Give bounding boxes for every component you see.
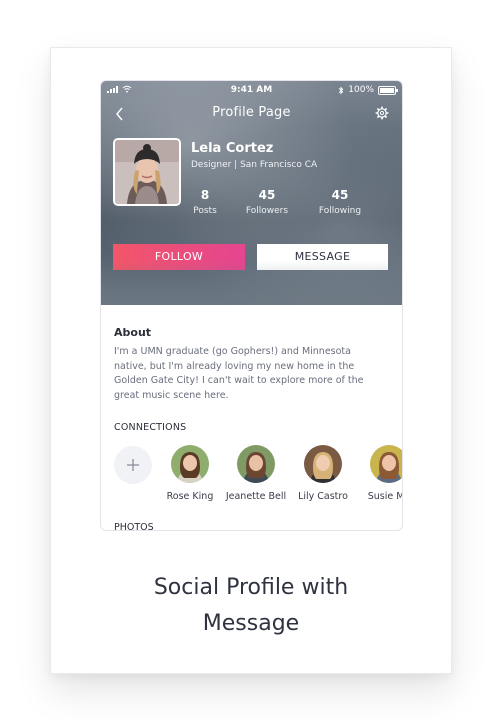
connection-avatar [370,445,402,483]
stat-posts[interactable]: 8 Posts [190,188,220,216]
stat-following-label: Following [318,206,362,216]
photos-title: PHOTOS [114,522,154,531]
connection-avatar [237,445,275,483]
add-connection-button[interactable] [114,446,152,484]
about-title: About [114,326,152,339]
connections-title: CONNECTIONS [114,422,187,433]
caption-line-1: Social Profile with [153,575,349,600]
battery-percent: 100% [348,85,374,95]
showcase-caption: Social Profile with Message [51,570,451,642]
stat-followers-value: 45 [258,188,276,202]
page-title: Profile Page [212,105,291,120]
profile-name: Lela Cortez [191,141,274,156]
stat-posts-value: 8 [200,188,210,202]
stat-followers[interactable]: 45 Followers [241,188,293,216]
profile-subtitle: Designer | San Francisco CA [191,160,318,170]
connection-avatar [171,445,209,483]
gear-icon[interactable] [375,106,389,120]
battery-icon [378,85,398,95]
follow-button[interactable]: FOLLOW [113,244,245,270]
connection-item[interactable]: Susie Mo [349,445,402,502]
status-bar: 9:41 AM 100% [101,81,402,99]
plus-icon [127,459,139,471]
profile-avatar[interactable] [113,138,181,206]
showcase-card: 9:41 AM 100% Profile Page Lela Cortez De… [50,47,452,674]
avatar-photo [115,140,179,204]
stat-following-value: 45 [331,188,349,202]
message-button[interactable]: MESSAGE [257,244,388,270]
connection-avatar [304,445,342,483]
stat-following[interactable]: 45 Following [314,188,366,216]
profile-header-background: 9:41 AM 100% Profile Page Lela Cortez De… [101,81,402,305]
phone-screen: 9:41 AM 100% Profile Page Lela Cortez De… [100,80,403,531]
stat-posts-label: Posts [193,206,217,216]
status-right: 100% [338,85,398,95]
bluetooth-icon [338,86,344,94]
about-text: I'm a UMN graduate (go Gophers!) and Min… [114,346,364,401]
caption-line-2: Message [202,611,300,636]
stat-followers-label: Followers [245,206,289,216]
connection-name: Susie Mo [367,491,402,502]
